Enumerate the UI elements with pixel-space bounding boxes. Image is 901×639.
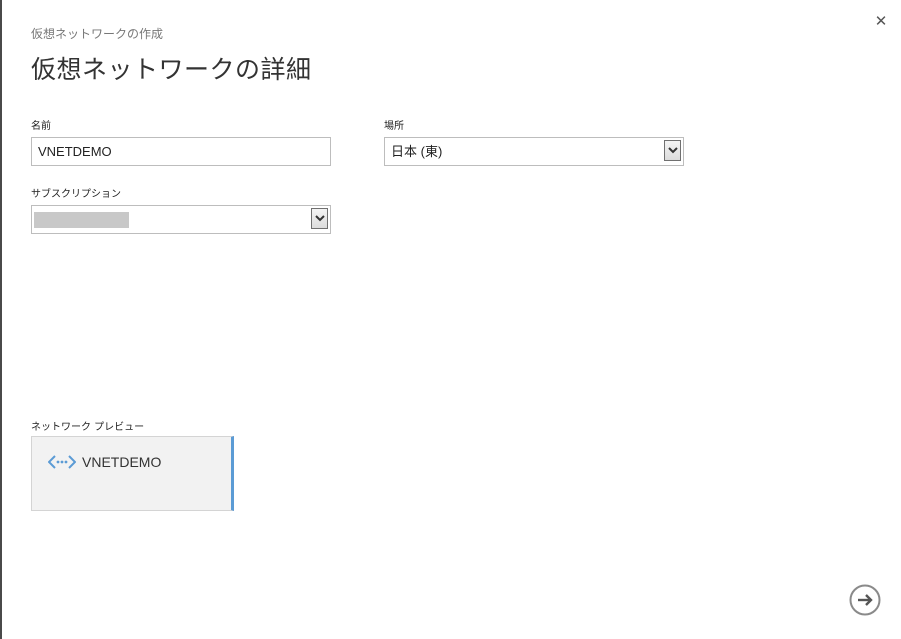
breadcrumb: 仮想ネットワークの作成 [31,27,164,41]
name-input[interactable] [31,137,331,166]
close-button[interactable]: ✕ [872,12,890,30]
close-icon: ✕ [874,12,888,30]
virtual-network-icon [48,455,76,469]
location-label: 場所 [384,121,404,132]
preview-network-name: VNETDEMO [82,454,162,470]
chevron-down-icon [667,147,678,154]
subscription-redacted-value [34,212,129,228]
location-dropdown-button[interactable] [664,140,681,161]
arrow-right-circle-icon [849,584,881,616]
preview-label: ネットワーク プレビュー [31,422,145,433]
subscription-dropdown-button[interactable] [311,208,328,229]
location-select[interactable]: 日本 (東) [384,137,684,166]
network-preview-card: VNETDEMO [31,436,234,511]
name-label: 名前 [31,121,51,132]
page-title: 仮想ネットワークの詳細 [31,55,312,84]
chevron-down-icon [314,215,325,222]
location-selected-value: 日本 (東) [391,144,443,159]
next-button[interactable] [849,584,881,616]
subscription-label: サブスクリプション [31,189,121,200]
subscription-select[interactable] [31,205,331,234]
left-rail [0,0,2,639]
